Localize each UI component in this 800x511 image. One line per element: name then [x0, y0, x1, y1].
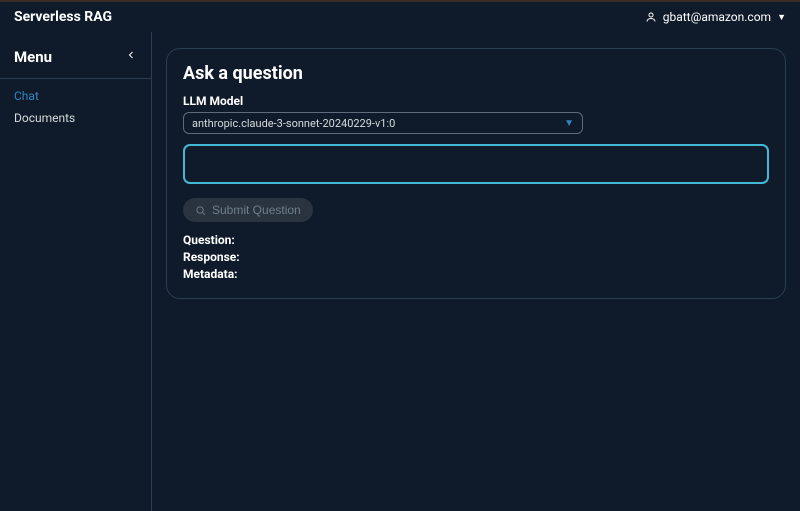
- ask-question-card: Ask a question LLM Model anthropic.claud…: [166, 48, 786, 299]
- model-field-label: LLM Model: [183, 94, 769, 108]
- sidebar: Menu Chat Documents: [0, 32, 152, 511]
- submit-question-button[interactable]: Submit Question: [183, 198, 313, 222]
- topbar: Serverless RAG gbatt@amazon.com ▼: [0, 0, 800, 32]
- sidebar-item-label: Documents: [14, 111, 75, 125]
- user-email: gbatt@amazon.com: [663, 10, 771, 24]
- sidebar-item-documents[interactable]: Documents: [14, 111, 137, 125]
- question-input[interactable]: [183, 144, 769, 184]
- card-title: Ask a question: [183, 63, 769, 84]
- menu-header: Menu: [0, 44, 151, 79]
- model-selected-value: anthropic.claude-3-sonnet-20240229-v1:0: [192, 117, 395, 130]
- result-block: Question: Response: Metadata:: [183, 232, 769, 282]
- sidebar-item-chat[interactable]: Chat: [14, 89, 137, 103]
- user-icon: [645, 11, 657, 23]
- collapse-sidebar-button[interactable]: [125, 49, 137, 65]
- submit-button-label: Submit Question: [212, 203, 301, 217]
- user-menu[interactable]: gbatt@amazon.com ▼: [645, 10, 786, 24]
- chevron-down-icon: ▼: [564, 118, 574, 129]
- sidebar-item-label: Chat: [14, 89, 39, 103]
- chevron-left-icon: [125, 49, 137, 61]
- app-title: Serverless RAG: [14, 9, 112, 25]
- search-icon: [195, 205, 206, 216]
- main-content: Ask a question LLM Model anthropic.claud…: [152, 32, 800, 511]
- caret-down-icon: ▼: [777, 12, 786, 23]
- result-metadata-label: Metadata:: [183, 266, 769, 283]
- sidebar-items: Chat Documents: [0, 79, 151, 135]
- model-select[interactable]: anthropic.claude-3-sonnet-20240229-v1:0 …: [183, 112, 583, 134]
- result-question-label: Question:: [183, 232, 769, 249]
- result-response-label: Response:: [183, 249, 769, 266]
- menu-title: Menu: [14, 48, 52, 66]
